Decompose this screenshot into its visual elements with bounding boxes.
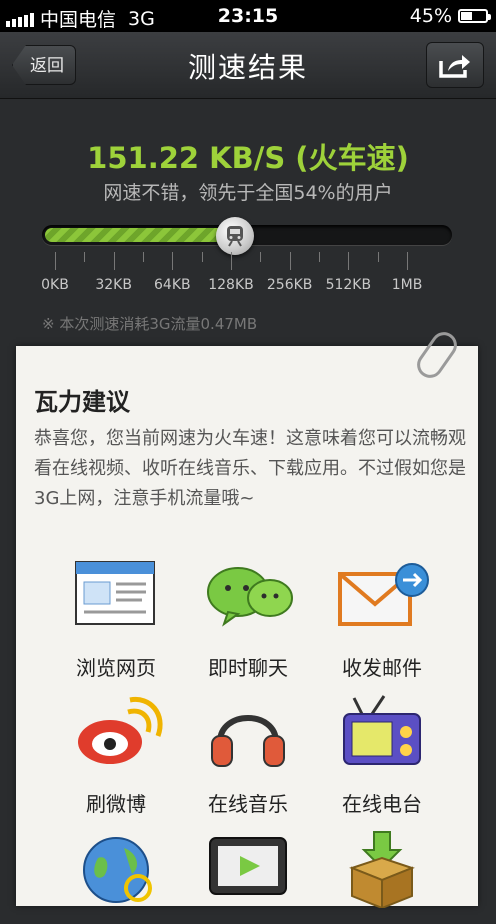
scale-tick (231, 252, 232, 270)
scale-tick (113, 252, 115, 270)
share-icon (439, 55, 470, 78)
feature-label: 刷微博 (86, 792, 146, 816)
data-usage-note: ※ 本次测速消耗3G流量0.47MB (42, 315, 258, 333)
feature-chat[interactable]: 即时聊天 (178, 556, 318, 681)
radio-icon (332, 692, 432, 772)
scale-tick (289, 252, 291, 270)
weibo-icon (66, 692, 166, 772)
scale-label: 512KB (325, 277, 372, 293)
nav-bar: 返回 测速结果 (0, 32, 496, 99)
speed-meter-knob (215, 217, 254, 255)
scale-tick (407, 252, 408, 270)
scale-label: 64KB (154, 277, 191, 293)
scale-label: 0KB (41, 277, 69, 293)
speed-description: 网速不错，领先于全国54%的用户 (103, 182, 393, 204)
browser-icon (66, 556, 166, 636)
speed-scale (0, 252, 496, 272)
scale-minor-tick (319, 252, 320, 262)
headphones-icon (198, 692, 298, 772)
feature-label: 即时聊天 (208, 656, 288, 680)
feature-weibo[interactable]: 刷微博 (46, 692, 186, 817)
feature-video[interactable] (178, 828, 318, 924)
feature-mail[interactable]: 收发邮件 (312, 556, 452, 681)
battery-level (461, 12, 472, 20)
status-bar: 中国电信 3G 23:15 45% (0, 0, 496, 32)
feature-label: 在线音乐 (208, 792, 288, 816)
scale-minor-tick (143, 252, 144, 262)
feature-download[interactable] (312, 828, 452, 924)
battery-percent: 45% (409, 5, 452, 27)
battery-icon (458, 9, 491, 23)
feature-label: 收发邮件 (342, 656, 422, 680)
scale-label: 256KB (266, 277, 313, 293)
scale-tick (172, 252, 174, 270)
scale-minor-tick (377, 252, 379, 262)
download-box-icon (332, 828, 432, 910)
feature-browse-web[interactable]: 浏览网页 (46, 556, 186, 681)
advice-text: 恭喜您，您当前网速为火车速！这意味着您可以流畅观看在线视频、收听在线音乐、下载应… (34, 428, 466, 509)
speed-meter-fill (45, 228, 235, 242)
scale-label: 32KB (95, 277, 132, 293)
share-button[interactable] (426, 42, 484, 88)
feature-label: 在线电台 (342, 792, 422, 816)
scale-label: 1MB (391, 277, 423, 293)
scale-tick (55, 252, 56, 270)
chat-icon (198, 556, 298, 636)
scale-minor-tick (84, 252, 86, 262)
feature-label: 浏览网页 (76, 656, 156, 680)
mail-icon (332, 556, 432, 636)
scale-tick (348, 252, 350, 270)
feature-globe[interactable] (46, 828, 186, 924)
scale-label: 128KB (208, 277, 254, 293)
advice-title: 瓦力建议 (34, 388, 130, 416)
globe-icon (66, 828, 166, 908)
feature-music[interactable]: 在线音乐 (178, 692, 318, 817)
scale-minor-tick (201, 252, 203, 262)
speed-value: 151.22 KB/S (火车速) (87, 141, 409, 175)
scale-minor-tick (260, 252, 262, 262)
page-title: 测速结果 (187, 51, 308, 84)
feature-radio[interactable]: 在线电台 (312, 692, 452, 817)
video-icon (198, 828, 298, 908)
train-icon (226, 226, 243, 247)
